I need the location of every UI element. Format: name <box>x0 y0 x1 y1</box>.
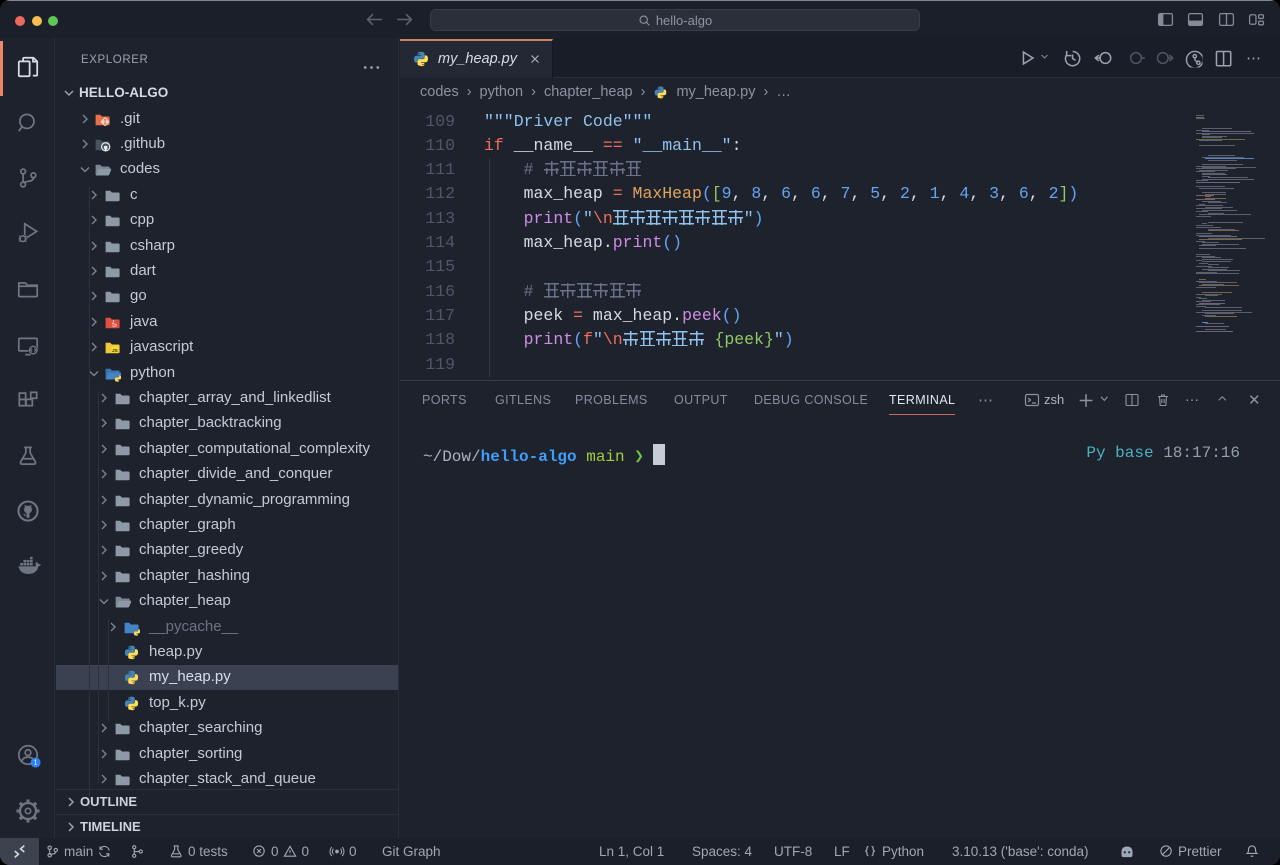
svg-text:JS: JS <box>112 348 119 354</box>
svg-text:1: 1 <box>33 759 37 766</box>
